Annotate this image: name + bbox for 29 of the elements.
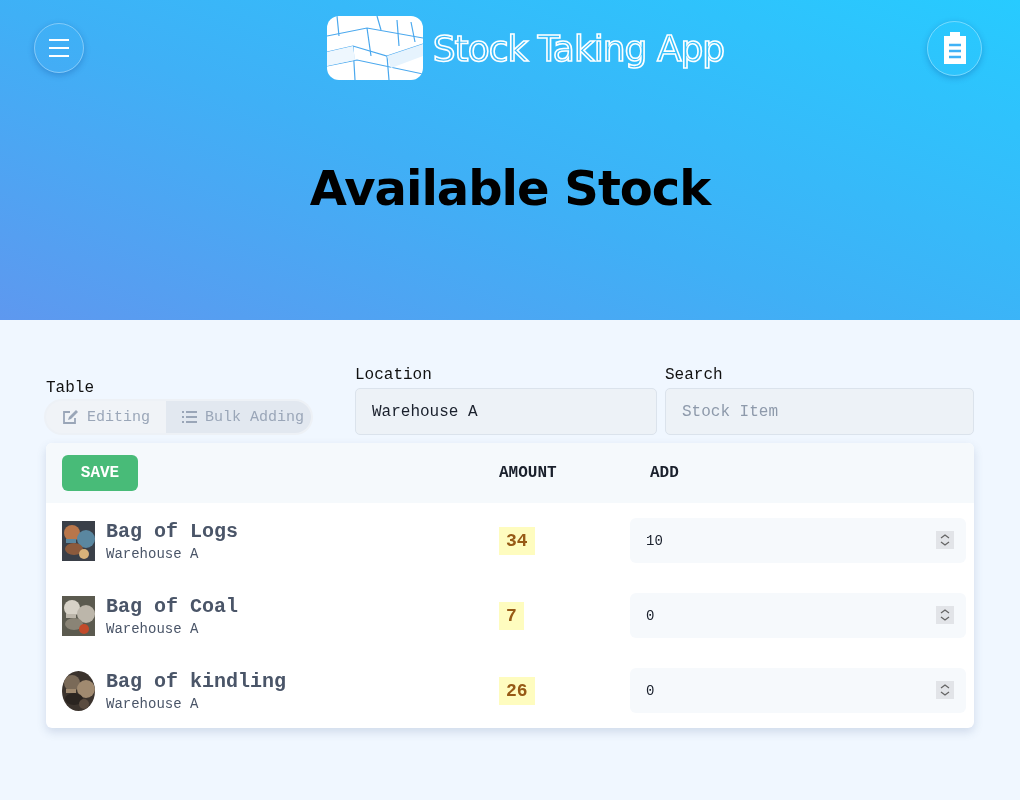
item-name: Bag of Logs (106, 519, 239, 543)
menu-icon (48, 38, 70, 58)
add-amount-field[interactable]: 0 (630, 668, 966, 713)
list-icon (182, 411, 197, 423)
spinner-icon[interactable] (936, 531, 954, 549)
field-label: Location (355, 366, 433, 384)
search-field[interactable]: Stock Item (665, 388, 974, 435)
spinner-icon[interactable] (936, 606, 954, 624)
spinner-icon[interactable] (936, 681, 954, 699)
item-location: Warehouse A (106, 545, 200, 562)
amount-badge: 7 (499, 601, 524, 630)
item-location: Warehouse A (106, 695, 200, 712)
clipboard-icon (941, 32, 968, 64)
field-label: Table (46, 379, 95, 397)
app-name: Stock Taking App (432, 27, 725, 69)
location-field[interactable]: Warehouse A (355, 388, 657, 435)
item-location: Warehouse A (106, 620, 200, 637)
amount-badge: 26 (499, 676, 535, 705)
add-amount-field[interactable]: 0 (630, 593, 966, 638)
field-label: Search (665, 366, 724, 384)
edit-icon (62, 409, 79, 425)
item-name: Bag of Coal (106, 594, 239, 618)
page-title: Available Stock (308, 160, 713, 216)
column-header: AMOUNT (499, 464, 558, 482)
column-header: ADD (650, 464, 680, 482)
add-amount-field[interactable]: 10 (630, 518, 966, 563)
item-name: Bag of kindling (106, 669, 287, 693)
menu-button[interactable] (34, 23, 84, 73)
amount-badge: 34 (499, 526, 535, 555)
